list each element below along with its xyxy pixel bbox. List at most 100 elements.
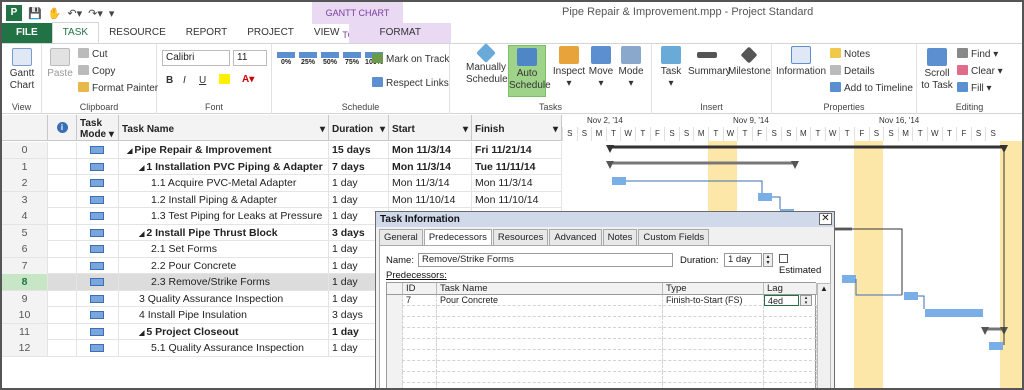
duration-input[interactable]: 1 day <box>724 253 762 267</box>
predecessor-id[interactable]: 7 <box>403 295 437 306</box>
task-name-input[interactable]: Remove/Strike Forms <box>418 253 673 267</box>
details-button[interactable]: Details <box>830 65 875 77</box>
find-button[interactable]: Find ▾ <box>957 48 998 60</box>
milestone-button[interactable]: Milestone <box>728 46 771 78</box>
task-mode-cell[interactable] <box>77 274 119 290</box>
start-cell[interactable]: Mon 11/3/14 <box>389 158 472 175</box>
row-id[interactable]: 8 <box>2 274 48 290</box>
row-id[interactable]: 10 <box>2 307 48 323</box>
pct-50-button[interactable]: 50% <box>321 52 339 66</box>
font-size-select[interactable]: 11 <box>233 50 267 66</box>
empty-predecessor-row[interactable] <box>387 383 817 388</box>
pct-75-button[interactable]: 75% <box>343 52 361 66</box>
task-mode-cell[interactable] <box>77 241 119 257</box>
empty-predecessor-row[interactable] <box>387 328 817 339</box>
copy-button[interactable]: Copy <box>78 65 115 77</box>
table-row[interactable]: 0 ◢ Pipe Repair & Improvement 15 days Mon 1… <box>2 142 562 159</box>
predecessor-row[interactable]: 7 Pour Concrete Finish-to-Start (FS) 4ed… <box>387 295 817 306</box>
row-id[interactable]: 5 <box>2 224 48 241</box>
font-color-button[interactable]: A▾ <box>242 74 254 85</box>
tab-predecessors[interactable]: Predecessors <box>423 229 492 245</box>
task-name-cell[interactable]: ◢ 2 Install Pipe Thrust Block <box>119 224 329 241</box>
tab-report[interactable]: REPORT <box>176 23 238 43</box>
scroll-up-icon[interactable]: ▲ <box>818 284 830 293</box>
start-cell[interactable]: Mon 11/10/14 <box>389 191 472 208</box>
tab-advanced[interactable]: Advanced <box>549 229 602 245</box>
underline-button[interactable]: U <box>199 75 206 86</box>
task-mode-cell[interactable] <box>77 257 119 274</box>
finish-cell[interactable]: Fri 11/21/14 <box>472 142 562 158</box>
finish-cell[interactable]: Tue 11/11/14 <box>472 158 562 175</box>
duration-cell[interactable]: 15 days <box>329 142 389 158</box>
table-row[interactable]: 2 1.1 Acquire PVC-Metal Adapter 1 day Mon 1… <box>2 175 562 192</box>
task-name-cell[interactable]: 1.3 Test Piping for Leaks at Pressure <box>119 208 329 224</box>
task-name-cell[interactable]: ◢ Pipe Repair & Improvement <box>119 142 329 158</box>
indicators-header[interactable]: i <box>48 115 77 141</box>
empty-predecessor-row[interactable] <box>387 306 817 317</box>
duration-spinner[interactable]: ▴ ▾ <box>763 253 773 267</box>
tab-project[interactable]: PROJECT <box>237 23 304 43</box>
task-name-cell[interactable]: 2.1 Set Forms <box>119 241 329 257</box>
tab-format[interactable]: FORMAT <box>349 23 451 43</box>
undo-icon[interactable]: ↶▾ <box>67 7 82 20</box>
duration-header[interactable]: Duration ▾ <box>329 115 389 141</box>
table-row[interactable]: 1 ◢ 1 Installation PVC Piping & Adapter 7 … <box>2 158 562 175</box>
insert-task-button[interactable]: Task ▾ <box>656 46 686 90</box>
qat-customize-icon[interactable]: ▾ <box>109 7 115 20</box>
finish-header[interactable]: Finish ▾ <box>472 115 562 141</box>
task-name-cell[interactable]: 2.3 Remove/Strike Forms <box>119 274 329 290</box>
empty-predecessor-row[interactable] <box>387 317 817 328</box>
task-mode-cell[interactable] <box>77 142 119 158</box>
task-mode-cell[interactable] <box>77 158 119 175</box>
duration-cell[interactable]: 7 days <box>329 158 389 175</box>
mode-button[interactable]: Mode ▾ <box>616 46 646 90</box>
row-id[interactable]: 0 <box>2 142 48 158</box>
start-cell[interactable]: Mon 11/3/14 <box>389 175 472 191</box>
bold-button[interactable]: B <box>166 75 173 86</box>
predecessors-scrollbar[interactable]: ▲ <box>817 283 831 388</box>
row-id[interactable]: 3 <box>2 191 48 208</box>
redo-icon[interactable]: ↷▾ <box>88 7 103 20</box>
lag-input[interactable]: 4ed <box>764 295 799 306</box>
tab-general[interactable]: General <box>379 229 423 245</box>
paste-button[interactable]: Paste <box>46 48 74 80</box>
fill-button[interactable]: Fill ▾ <box>957 82 992 94</box>
gantt-chart-button[interactable]: Gantt Chart <box>6 48 38 92</box>
cut-button[interactable]: Cut <box>78 48 108 60</box>
pct-25-button[interactable]: 25% <box>299 52 317 66</box>
clear-button[interactable]: Clear ▾ <box>957 65 1003 77</box>
row-id[interactable]: 1 <box>2 158 48 175</box>
row-id[interactable]: 11 <box>2 323 48 340</box>
predecessor-type[interactable]: Finish-to-Start (FS) <box>663 295 764 306</box>
add-to-timeline-button[interactable]: Add to Timeline <box>830 82 913 94</box>
task-name-header[interactable]: Task Name ▾ <box>119 115 329 141</box>
row-id[interactable]: 4 <box>2 208 48 224</box>
tab-resource[interactable]: RESOURCE <box>99 23 176 43</box>
row-id[interactable]: 7 <box>2 257 48 274</box>
task-name-cell[interactable]: 5.1 Quality Assurance Inspection <box>119 340 329 356</box>
task-name-cell[interactable]: 1.2 Install Piping & Adapter <box>119 191 329 208</box>
auto-schedule-button[interactable]: Auto Schedule <box>508 45 551 97</box>
row-selector[interactable] <box>387 295 403 306</box>
tab-notes[interactable]: Notes <box>602 229 638 245</box>
task-mode-cell[interactable] <box>77 175 119 191</box>
tab-file[interactable]: FILE <box>2 23 52 43</box>
task-mode-cell[interactable] <box>77 224 119 241</box>
row-id[interactable]: 12 <box>2 340 48 356</box>
task-name-cell[interactable]: ◢ 1 Installation PVC Piping & Adapter <box>119 158 329 175</box>
scroll-to-task-button[interactable]: Scroll to Task <box>921 48 953 92</box>
duration-cell[interactable]: 1 day <box>329 191 389 208</box>
touch-mode-icon[interactable]: ✋ <box>48 7 62 20</box>
empty-predecessor-row[interactable] <box>387 350 817 361</box>
save-icon[interactable]: 💾 <box>28 7 42 20</box>
lag-spinner[interactable]: ▴ ▾ <box>800 295 812 306</box>
highlight-color-button[interactable] <box>219 74 233 86</box>
empty-predecessor-row[interactable] <box>387 361 817 372</box>
close-icon[interactable]: ✕ <box>819 213 832 225</box>
row-id[interactable]: 6 <box>2 241 48 257</box>
task-mode-cell[interactable] <box>77 340 119 356</box>
tab-view[interactable]: VIEW <box>304 23 350 43</box>
row-id[interactable]: 2 <box>2 175 48 191</box>
respect-links-button[interactable]: Respect Links <box>372 77 449 89</box>
task-mode-cell[interactable] <box>77 208 119 224</box>
